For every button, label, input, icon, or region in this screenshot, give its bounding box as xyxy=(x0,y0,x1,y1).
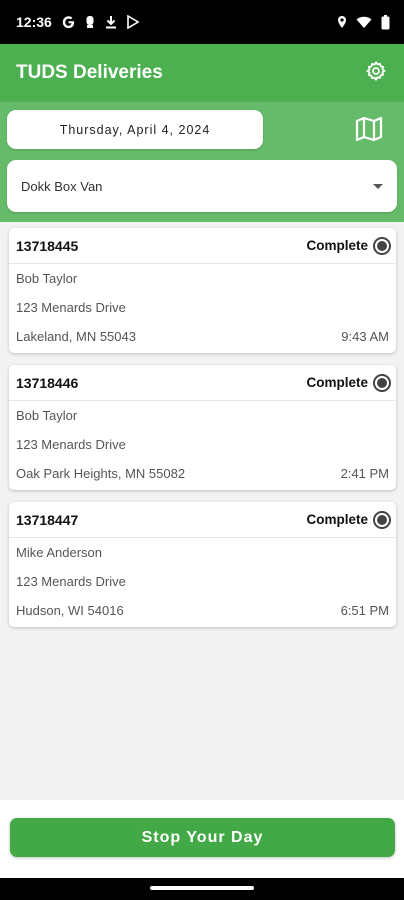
city-state-zip: Hudson, WI 54016 xyxy=(16,603,124,618)
order-number: 13718445 xyxy=(16,237,79,254)
vehicle-selected-value: Dokk Box Van xyxy=(21,178,103,194)
order-number: 13718446 xyxy=(16,374,79,391)
card-header: 13718445 Complete xyxy=(9,228,396,264)
gear-icon xyxy=(365,60,387,87)
status-label: Complete xyxy=(306,512,368,527)
city-state-zip: Oak Park Heights, MN 55082 xyxy=(16,466,186,481)
app-title: TUDS Deliveries xyxy=(16,62,163,83)
wifi-icon xyxy=(356,14,372,30)
play-store-icon xyxy=(127,14,139,30)
status-label: Complete xyxy=(306,375,368,390)
vehicle-dropdown[interactable]: Dokk Box Van xyxy=(7,160,397,212)
map-button[interactable] xyxy=(352,116,386,146)
street-address: 123 Menards Drive xyxy=(16,300,126,315)
card-header: 13718447 Complete xyxy=(9,502,396,538)
status-radio-icon[interactable] xyxy=(373,510,391,529)
stop-your-day-button[interactable]: Stop Your Day xyxy=(10,818,395,857)
home-indicator[interactable] xyxy=(150,886,254,890)
map-icon xyxy=(355,116,383,147)
city-state-zip: Lakeland, MN 55043 xyxy=(16,329,136,344)
street-address: 123 Menards Drive xyxy=(16,574,126,589)
card-header: 13718446 Complete xyxy=(9,365,396,401)
street-address: 123 Menards Drive xyxy=(16,437,126,452)
dropdown-arrow-icon xyxy=(373,183,383,189)
delivery-card[interactable]: 13718446 Complete Bob Taylor 123 Menards… xyxy=(9,365,396,490)
system-nav-bar xyxy=(0,878,404,900)
customer-name: Bob Taylor xyxy=(16,271,78,286)
date-label: Thursday, April 4, 2024 xyxy=(59,122,211,137)
delivery-card[interactable]: 13718447 Complete Mike Anderson 123 Mena… xyxy=(9,502,396,627)
download-icon xyxy=(105,14,117,30)
status-time: 12:36 xyxy=(16,14,52,30)
bottom-action-area: Stop Your Day xyxy=(0,800,404,878)
customer-name: Mike Anderson xyxy=(16,545,102,560)
app-bar: TUDS Deliveries xyxy=(0,44,404,102)
status-label: Complete xyxy=(306,238,368,253)
location-icon xyxy=(337,14,347,30)
status-bar: 12:36 xyxy=(0,0,404,44)
delivery-card[interactable]: 13718445 Complete Bob Taylor 123 Menards… xyxy=(9,228,396,353)
stop-your-day-label: Stop Your Day xyxy=(141,828,264,846)
status-radio-icon[interactable] xyxy=(373,373,391,392)
battery-icon xyxy=(381,14,390,30)
google-icon xyxy=(62,14,75,30)
notification-icon xyxy=(85,14,95,30)
order-number: 13718447 xyxy=(16,511,79,528)
date-picker[interactable]: Thursday, April 4, 2024 xyxy=(7,110,263,149)
settings-button[interactable] xyxy=(362,59,390,87)
delivery-time: 9:43 AM xyxy=(341,329,389,344)
delivery-time: 2:41 PM xyxy=(340,466,389,481)
status-radio-icon[interactable] xyxy=(373,236,391,255)
delivery-time: 6:51 PM xyxy=(340,603,389,618)
customer-name: Bob Taylor xyxy=(16,408,78,423)
filter-panel: Thursday, April 4, 2024 Dokk Box Van xyxy=(0,102,404,222)
